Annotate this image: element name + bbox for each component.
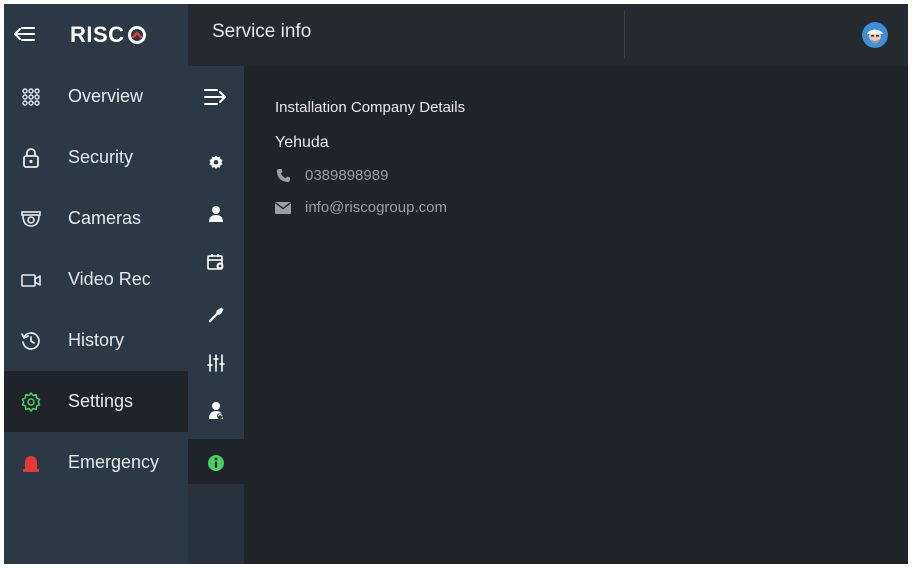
sidebar-item-emergency[interactable]: Emergency	[4, 432, 188, 493]
top-bar-divider	[624, 10, 625, 58]
camera-icon	[20, 208, 42, 230]
collapse-menu-icon[interactable]	[12, 21, 38, 47]
grid-dots-icon	[20, 86, 42, 108]
top-bar-brand-area: RISC	[4, 4, 188, 66]
sidebar: Overview Security Cameras Video Rec Hist…	[4, 66, 188, 564]
sidebar-item-label: Cameras	[68, 208, 142, 228]
sidebar-item-history[interactable]: History	[4, 310, 188, 371]
email-address: info@riscogroup.com	[305, 199, 447, 216]
user-icon[interactable]	[188, 194, 244, 234]
sidebar-item-label: Settings	[68, 391, 134, 411]
avatar[interactable]	[862, 22, 888, 48]
siren-icon	[20, 452, 42, 474]
mail-icon	[275, 200, 291, 216]
sliders-icon[interactable]	[188, 343, 244, 383]
app-window: RISC Service info Overview Security Came…	[4, 4, 908, 564]
phone-icon	[275, 168, 291, 184]
sidebar-item-label: History	[68, 330, 125, 350]
wrench-icon[interactable]	[188, 295, 244, 335]
sidebar-item-label: Video Rec	[68, 269, 151, 289]
section-heading: Installation Company Details	[275, 99, 466, 116]
sidebar-item-label: Overview	[68, 86, 144, 106]
sidebar-item-label: Security	[68, 147, 134, 167]
email-row[interactable]: info@riscogroup.com	[275, 199, 447, 216]
sidebar-item-cameras[interactable]: Cameras	[4, 188, 188, 249]
sidebar-item-label: Emergency	[68, 452, 160, 472]
page-title: Service info	[212, 21, 312, 42]
phone-number: 0389898989	[305, 167, 389, 184]
users-icon[interactable]	[188, 391, 244, 431]
history-icon	[20, 330, 42, 352]
phone-row[interactable]: 0389898989	[275, 167, 388, 184]
video-icon	[20, 269, 42, 291]
logo-mark-icon	[127, 26, 146, 44]
service-info-panel: Installation Company Details Yehuda 0389…	[244, 66, 908, 564]
gear-icon	[20, 391, 42, 413]
lock-icon	[20, 147, 42, 169]
sidebar-item-security[interactable]: Security	[4, 127, 188, 188]
subnav-spacer	[188, 484, 244, 564]
brand-logo: RISC	[70, 20, 147, 50]
info-icon[interactable]	[188, 439, 244, 487]
gear-icon[interactable]	[188, 143, 244, 183]
settings-subnav	[188, 66, 244, 564]
sidebar-item-video-rec[interactable]: Video Rec	[4, 249, 188, 310]
company-name: Yehuda	[275, 134, 329, 151]
calendar-icon[interactable]	[188, 242, 244, 282]
sidebar-item-settings[interactable]: Settings	[4, 371, 188, 432]
expand-icon[interactable]	[188, 77, 244, 117]
sidebar-item-overview[interactable]: Overview	[4, 66, 188, 127]
brand-text: RISC	[70, 22, 125, 47]
top-bar: RISC Service info	[4, 4, 908, 67]
